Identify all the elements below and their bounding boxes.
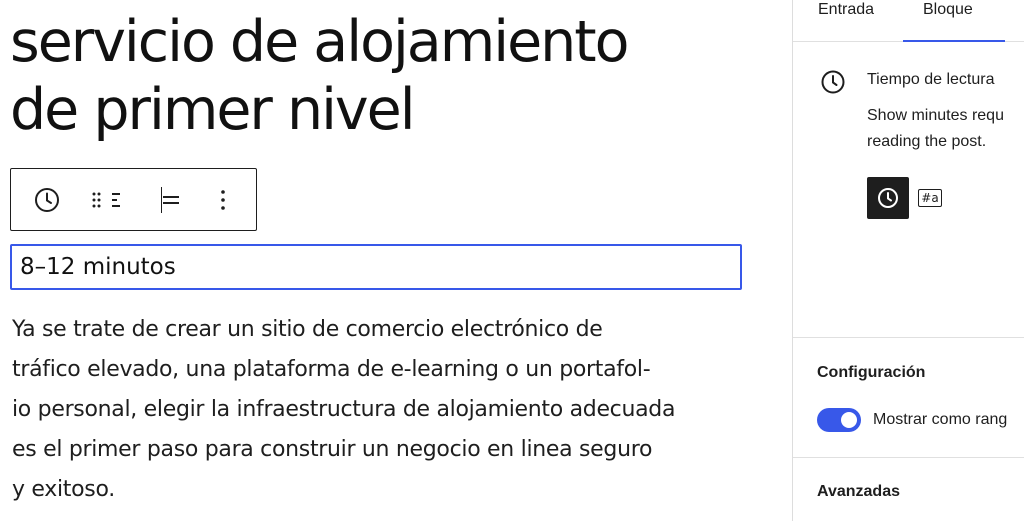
block-description-line: reading the post. (867, 133, 987, 150)
block-description: Show minutes requ reading the post. (867, 103, 1024, 155)
drag-move-button[interactable] (83, 169, 133, 230)
sidebar-tabs: Entrada Bloque (793, 0, 1024, 42)
settings-sidebar: Entrada Bloque Tiempo de lectura Show mi… (792, 0, 1024, 521)
clock-icon (821, 70, 845, 94)
style-number-button[interactable]: #a (909, 177, 951, 219)
clock-icon (35, 187, 59, 212)
tab-block[interactable]: Bloque (903, 0, 1005, 42)
range-toggle[interactable] (817, 408, 861, 432)
drag-handle-icon (92, 192, 120, 207)
justify-icon (163, 195, 179, 204)
editor-canvas: servicio de alojamiento de primer nivel (0, 0, 792, 521)
post-title-line-2[interactable]: de primer nivel (10, 76, 780, 144)
style-clock-button[interactable] (867, 177, 909, 219)
reading-time-block[interactable]: 8–12 minutos (10, 244, 742, 290)
block-card: Tiempo de lectura Show minutes requ read… (793, 43, 1024, 338)
more-options-button[interactable] (201, 169, 245, 230)
paragraph-line: y exitoso. (12, 477, 115, 502)
advanced-panel: Avanzadas (793, 459, 1024, 521)
paragraph-line: io personal, elegir la infraestructura d… (12, 397, 676, 422)
clock-icon (878, 188, 898, 208)
block-title: Tiempo de lectura (867, 71, 995, 88)
toggle-knob (841, 412, 857, 428)
block-description-line: Show minutes requ (867, 107, 1004, 124)
hash-icon: #a (918, 189, 942, 207)
post-title-line-1[interactable]: servicio de alojamiento (10, 8, 780, 76)
paragraph-line: es el primer paso para construir un nego… (12, 437, 653, 462)
tab-post[interactable]: Entrada (818, 0, 898, 40)
text-align-button[interactable] (143, 169, 199, 230)
more-vertical-icon (221, 189, 225, 210)
block-type-button[interactable] (25, 169, 69, 230)
range-toggle-label[interactable]: Mostrar como rang (873, 411, 1007, 429)
settings-panel-heading[interactable]: Configuración (817, 364, 925, 382)
advanced-panel-heading[interactable]: Avanzadas (817, 483, 900, 501)
paragraph-line: Ya se trate de crear un sitio de comerci… (12, 317, 603, 342)
block-toolbar (10, 168, 257, 231)
paragraph-block[interactable]: Ya se trate de crear un sitio de comerci… (12, 310, 752, 510)
settings-panel: Configuración Mostrar como rang (793, 338, 1024, 458)
paragraph-line: tráfico elevado, una plataforma de e-lea… (12, 357, 651, 382)
post-title[interactable]: servicio de alojamiento de primer nivel (10, 8, 780, 144)
